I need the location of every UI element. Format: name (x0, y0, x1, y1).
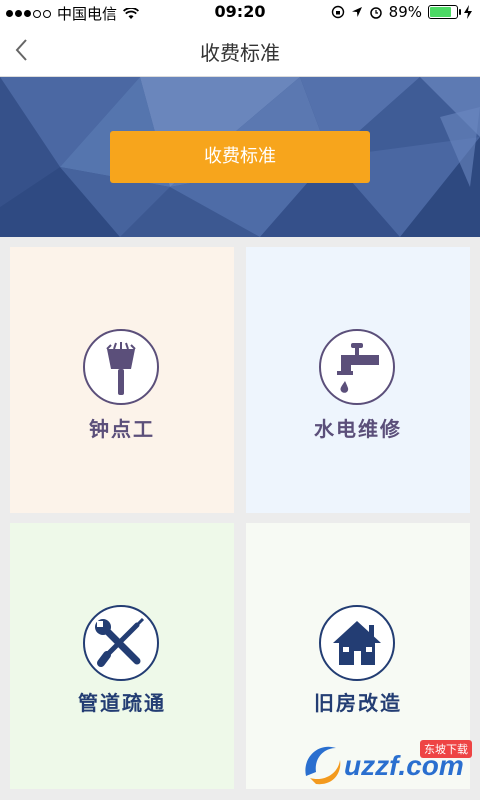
location-icon (351, 7, 362, 17)
service-label: 旧房改造 (314, 691, 402, 715)
service-label: 钟点工 (89, 417, 155, 441)
rotation-lock-icon (331, 5, 344, 19)
battery-percent: 89% (388, 3, 422, 21)
service-card-cleaning[interactable]: 钟点工 (10, 247, 234, 513)
banner: 收费标准 (0, 77, 480, 237)
faucet-icon (319, 329, 395, 405)
alarm-icon (369, 7, 382, 19)
page-title: 收费标准 (200, 41, 280, 65)
status-bar: 中国电信 09:20 89% (0, 0, 480, 24)
service-card-plumbing[interactable]: 水电维修 (246, 247, 470, 513)
service-card-pipe-dredging[interactable]: 管道疏通 (10, 523, 234, 789)
broom-icon (83, 329, 159, 405)
house-icon (319, 605, 395, 681)
watermark-logo: uzzf.com 东坡下载 (300, 736, 478, 792)
watermark-tag: 东坡下载 (420, 740, 472, 758)
battery-icon (428, 5, 461, 19)
tools-icon (83, 605, 159, 681)
navigation-bar: 收费标准 (0, 24, 480, 77)
fee-standard-button[interactable]: 收费标准 (110, 131, 370, 183)
service-label: 管道疏通 (78, 691, 166, 715)
service-label: 水电维修 (314, 417, 402, 441)
charging-icon (464, 5, 472, 19)
